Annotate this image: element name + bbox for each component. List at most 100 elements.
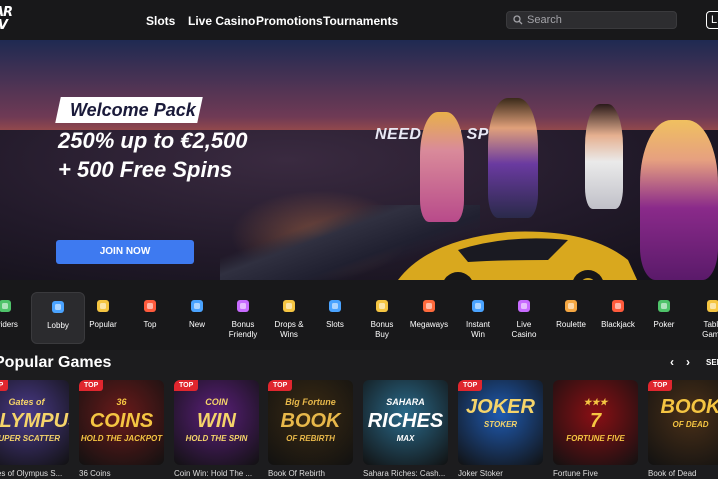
category-item[interactable]: Top [123, 292, 177, 330]
category-item[interactable]: Slots [308, 292, 362, 330]
category-label-line-2: Wins [280, 330, 298, 339]
blackjack-icon [612, 300, 624, 312]
game-art-text: BOOK [280, 410, 341, 432]
category-item[interactable]: TableGame [686, 292, 718, 340]
category-label: Roulette [556, 320, 586, 329]
game-card[interactable]: 36 COINS HOLD THE JACKPOT TOP [79, 380, 164, 465]
game-art-text: SUPER SCATTER [0, 434, 60, 443]
game-card[interactable]: ★★★ 7 FORTUNE FIVE [553, 380, 638, 465]
game-art-text: COIN [205, 397, 228, 407]
category-bar: ovidersLobbyPopularTopNewBonusFriendlyDr… [0, 280, 718, 350]
game-art-text: JOKER [466, 396, 535, 418]
nav-promotions[interactable]: Promotions [256, 14, 323, 28]
category-label: oviders [0, 320, 18, 329]
drops-wins-icon [283, 300, 295, 312]
game-title[interactable]: Joker Stoker [458, 469, 503, 478]
game-art-text: Gates of [8, 397, 45, 407]
roulette-icon [565, 300, 577, 312]
game-art-text: COINS [89, 410, 154, 432]
top-badge: TOP [79, 380, 104, 391]
hero-sports-car [398, 231, 638, 280]
hero-offer-line-1: 250% up to €2,500 [58, 128, 248, 153]
login-button[interactable]: L [706, 11, 718, 29]
game-card[interactable]: Gates of OLYMPUS SUPER SCATTER TOP [0, 380, 69, 465]
game-card[interactable]: BOOK OF DEAD TOP [648, 380, 718, 465]
hero-banner[interactable]: NEED FOR SPIN Welcome Pack 250% up to €2… [0, 40, 718, 280]
game-card[interactable]: JOKER STOKER TOP [458, 380, 543, 465]
crown-icon [97, 300, 109, 312]
instant-win-icon [472, 300, 484, 312]
game-art-text: OF REBIRTH [286, 434, 335, 443]
game-thumbnail-art: COIN WIN HOLD THE SPIN [174, 394, 259, 444]
game-art-text: SAHARA [386, 397, 425, 407]
category-label-line-2: Game [702, 330, 718, 339]
game-thumbnail-art: Gates of OLYMPUS SUPER SCATTER [0, 394, 69, 444]
game-card[interactable]: SAHARA RICHES MAX [363, 380, 448, 465]
category-label-line-2: Casino [511, 330, 537, 339]
game-thumbnail-art: 36 COINS HOLD THE JACKPOT [79, 394, 164, 444]
game-thumbnail-art: SAHARA RICHES MAX [363, 394, 448, 444]
providers-icon [0, 300, 11, 312]
hero-character-2 [488, 98, 538, 218]
see-all-link[interactable]: SEE [706, 358, 718, 367]
search-input[interactable] [527, 13, 672, 27]
site-logo[interactable]: AR IV [0, 6, 13, 32]
hero-offer-line-2: + 500 Free Spins [58, 157, 233, 182]
next-arrow-icon[interactable]: › [686, 355, 690, 369]
category-label: Slots [326, 320, 344, 329]
welcome-tag: Welcome Pack [70, 100, 196, 120]
hero-character-1 [420, 112, 464, 222]
category-item[interactable]: Live Casino [497, 292, 551, 340]
top-badge: TOP [174, 380, 199, 391]
game-art-text: BOOK [660, 396, 718, 418]
megaways-icon [423, 300, 435, 312]
section-title: Popular Games [0, 354, 112, 371]
game-title[interactable]: 36 Coins [79, 469, 111, 478]
game-art-text: FORTUNE FIVE [566, 434, 625, 443]
category-label-line-2: Buy [375, 330, 389, 339]
poker-icon [658, 300, 670, 312]
game-art-text: RICHES [367, 410, 444, 432]
category-label: Top [143, 320, 157, 329]
category-item[interactable]: Popular [76, 292, 130, 330]
category-item[interactable]: Poker [637, 292, 691, 330]
game-thumbnail-art: BOOK OF DEAD [648, 394, 718, 430]
category-item[interactable]: oviders [0, 292, 32, 330]
top-badge: TOP [458, 380, 483, 391]
game-title[interactable]: Gates of Olympus S... [0, 469, 62, 478]
category-label: Bonus [370, 320, 394, 329]
game-card[interactable]: Big Fortune BOOK OF REBIRTH TOP [268, 380, 353, 465]
category-label: Megaways [409, 320, 449, 329]
hero-character-4 [640, 120, 718, 280]
search-box[interactable] [506, 11, 677, 29]
game-art-text: 7 [589, 410, 602, 432]
game-title[interactable]: Coin Win: Hold The ... [174, 469, 252, 478]
game-title[interactable]: Book Of Rebirth [268, 469, 325, 478]
game-art-text: HOLD THE JACKPOT [80, 434, 163, 443]
category-label: Live [516, 320, 532, 329]
game-art-text: WIN [197, 410, 236, 432]
game-art-text: OF DEAD [672, 420, 709, 429]
nav-live-casino[interactable]: Live Casino [188, 14, 255, 28]
search-icon [513, 15, 523, 25]
category-item[interactable]: Roulette [544, 292, 598, 330]
game-art-text: Big Fortune [285, 397, 336, 407]
game-art-text: STOKER [483, 420, 518, 429]
game-art-text: ★★★ [583, 397, 608, 407]
top-badge: TOP [0, 380, 9, 391]
nav-tournaments[interactable]: Tournaments [323, 14, 398, 28]
join-now-button[interactable]: JOIN NOW [56, 240, 194, 264]
game-art-text: HOLD THE SPIN [185, 434, 248, 443]
live-casino-icon [518, 300, 530, 312]
game-title[interactable]: Fortune Five [553, 469, 598, 478]
category-item[interactable]: Bonus Buy [355, 292, 409, 340]
prev-arrow-icon[interactable]: ‹ [670, 355, 674, 369]
category-label: Popular [89, 320, 117, 329]
logo-line-2: IV [0, 19, 12, 32]
game-card[interactable]: COIN WIN HOLD THE SPIN TOP [174, 380, 259, 465]
category-label: Poker [653, 320, 675, 329]
nav-slots[interactable]: Slots [146, 14, 175, 28]
category-item[interactable]: Megaways [402, 292, 456, 330]
game-title[interactable]: Book of Dead [648, 469, 696, 478]
game-title[interactable]: Sahara Riches: Cash... [363, 469, 445, 478]
